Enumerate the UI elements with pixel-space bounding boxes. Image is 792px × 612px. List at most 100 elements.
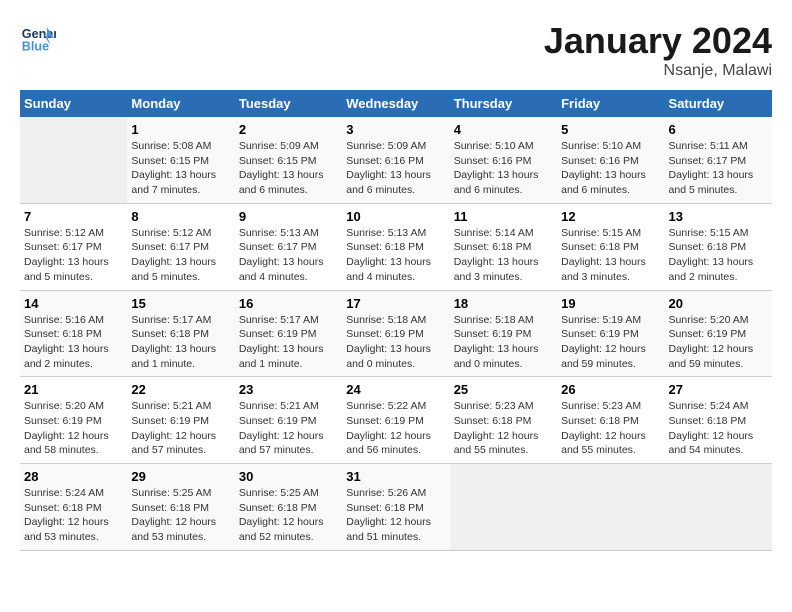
calendar-cell: 12Sunrise: 5:15 AMSunset: 6:18 PMDayligh… bbox=[557, 203, 664, 290]
day-info: Sunrise: 5:09 AMSunset: 6:16 PMDaylight:… bbox=[346, 139, 445, 198]
calendar-cell: 4 Sunrise: 5:10 AMSunset: 6:16 PMDaylight… bbox=[450, 117, 557, 203]
weekday-header-row: SundayMondayTuesdayWednesdayThursdayFrid… bbox=[20, 90, 772, 117]
day-number: 18 bbox=[454, 296, 553, 311]
calendar-cell: 26 Sunrise: 5:23 AMSunset: 6:18 PMDayligh… bbox=[557, 377, 664, 464]
day-info: Sunrise: 5:14 AMSunset: 6:18 PMDaylight:… bbox=[454, 226, 553, 285]
svg-text:Blue: Blue bbox=[22, 40, 49, 54]
day-number: 4 bbox=[454, 122, 553, 137]
weekday-header-wednesday: Wednesday bbox=[342, 90, 449, 117]
calendar-cell: 25Sunrise: 5:23 AMSunset: 6:18 PMDayligh… bbox=[450, 377, 557, 464]
calendar-cell: 1 Sunrise: 5:08 AMSunset: 6:15 PMDaylight… bbox=[127, 117, 234, 203]
day-info: Sunrise: 5:16 AMSunset: 6:18 PMDaylight:… bbox=[24, 313, 123, 372]
day-number: 8 bbox=[131, 209, 230, 224]
calendar-cell bbox=[557, 464, 664, 551]
day-number: 9 bbox=[239, 209, 338, 224]
day-info: Sunrise: 5:17 AMSunset: 6:19 PMDaylight:… bbox=[239, 313, 338, 372]
weekday-header-saturday: Saturday bbox=[665, 90, 772, 117]
day-info: Sunrise: 5:23 AMSunset: 6:18 PMDaylight:… bbox=[561, 399, 660, 458]
day-number: 29 bbox=[131, 469, 230, 484]
day-info: Sunrise: 5:25 AMSunset: 6:18 PMDaylight:… bbox=[131, 486, 230, 545]
title-area: January 2024 Nsanje, Malawi bbox=[544, 20, 772, 80]
day-number: 17 bbox=[346, 296, 445, 311]
calendar-week-1: 1 Sunrise: 5:08 AMSunset: 6:15 PMDaylight… bbox=[20, 117, 772, 203]
day-number: 28 bbox=[24, 469, 123, 484]
month-title: January 2024 bbox=[544, 20, 772, 62]
calendar-cell: 22Sunrise: 5:21 AMSunset: 6:19 PMDayligh… bbox=[127, 377, 234, 464]
calendar-cell bbox=[665, 464, 772, 551]
day-info: Sunrise: 5:23 AMSunset: 6:18 PMDaylight:… bbox=[454, 399, 553, 458]
day-info: Sunrise: 5:20 AMSunset: 6:19 PMDaylight:… bbox=[24, 399, 123, 458]
calendar-week-3: 14 Sunrise: 5:16 AMSunset: 6:18 PMDayligh… bbox=[20, 290, 772, 377]
calendar-cell: 9 Sunrise: 5:13 AMSunset: 6:17 PMDaylight… bbox=[235, 203, 342, 290]
weekday-header-monday: Monday bbox=[127, 90, 234, 117]
day-info: Sunrise: 5:26 AMSunset: 6:18 PMDaylight:… bbox=[346, 486, 445, 545]
day-number: 1 bbox=[131, 122, 230, 137]
calendar-cell: 6 Sunrise: 5:11 AMSunset: 6:17 PMDaylight… bbox=[665, 117, 772, 203]
calendar-body: 1 Sunrise: 5:08 AMSunset: 6:15 PMDaylight… bbox=[20, 117, 772, 550]
day-info: Sunrise: 5:18 AMSunset: 6:19 PMDaylight:… bbox=[454, 313, 553, 372]
day-info: Sunrise: 5:13 AMSunset: 6:18 PMDaylight:… bbox=[346, 226, 445, 285]
calendar-cell: 10 Sunrise: 5:13 AMSunset: 6:18 PMDayligh… bbox=[342, 203, 449, 290]
day-info: Sunrise: 5:13 AMSunset: 6:17 PMDaylight:… bbox=[239, 226, 338, 285]
day-number: 13 bbox=[669, 209, 768, 224]
day-info: Sunrise: 5:24 AMSunset: 6:18 PMDaylight:… bbox=[24, 486, 123, 545]
day-info: Sunrise: 5:15 AMSunset: 6:18 PMDaylight:… bbox=[669, 226, 768, 285]
calendar-cell: 19 Sunrise: 5:19 AMSunset: 6:19 PMDayligh… bbox=[557, 290, 664, 377]
calendar-cell: 23Sunrise: 5:21 AMSunset: 6:19 PMDayligh… bbox=[235, 377, 342, 464]
day-info: Sunrise: 5:25 AMSunset: 6:18 PMDaylight:… bbox=[239, 486, 338, 545]
day-info: Sunrise: 5:09 AMSunset: 6:15 PMDaylight:… bbox=[239, 139, 338, 198]
day-number: 14 bbox=[24, 296, 123, 311]
day-number: 6 bbox=[669, 122, 768, 137]
calendar-week-5: 28 Sunrise: 5:24 AMSunset: 6:18 PMDayligh… bbox=[20, 464, 772, 551]
day-info: Sunrise: 5:12 AMSunset: 6:17 PMDaylight:… bbox=[131, 226, 230, 285]
day-number: 20 bbox=[669, 296, 768, 311]
day-info: Sunrise: 5:20 AMSunset: 6:19 PMDaylight:… bbox=[669, 313, 768, 372]
day-info: Sunrise: 5:10 AMSunset: 6:16 PMDaylight:… bbox=[561, 139, 660, 198]
calendar-cell: 28 Sunrise: 5:24 AMSunset: 6:18 PMDayligh… bbox=[20, 464, 127, 551]
calendar-week-4: 21 Sunrise: 5:20 AMSunset: 6:19 PMDayligh… bbox=[20, 377, 772, 464]
calendar-cell: 18 Sunrise: 5:18 AMSunset: 6:19 PMDayligh… bbox=[450, 290, 557, 377]
calendar-cell: 5Sunrise: 5:10 AMSunset: 6:16 PMDaylight… bbox=[557, 117, 664, 203]
calendar-cell: 7Sunrise: 5:12 AMSunset: 6:17 PMDaylight… bbox=[20, 203, 127, 290]
calendar-cell: 31 Sunrise: 5:26 AMSunset: 6:18 PMDayligh… bbox=[342, 464, 449, 551]
day-number: 16 bbox=[239, 296, 338, 311]
day-number: 10 bbox=[346, 209, 445, 224]
calendar-cell: 8 Sunrise: 5:12 AMSunset: 6:17 PMDaylight… bbox=[127, 203, 234, 290]
day-info: Sunrise: 5:15 AMSunset: 6:18 PMDaylight:… bbox=[561, 226, 660, 285]
day-number: 21 bbox=[24, 382, 123, 397]
day-info: Sunrise: 5:17 AMSunset: 6:18 PMDaylight:… bbox=[131, 313, 230, 372]
page-header: General Blue January 2024 Nsanje, Malawi bbox=[20, 20, 772, 80]
calendar-cell: 29 Sunrise: 5:25 AMSunset: 6:18 PMDayligh… bbox=[127, 464, 234, 551]
calendar-week-2: 7Sunrise: 5:12 AMSunset: 6:17 PMDaylight… bbox=[20, 203, 772, 290]
calendar-cell: 27Sunrise: 5:24 AMSunset: 6:18 PMDayligh… bbox=[665, 377, 772, 464]
calendar-cell: 17 Sunrise: 5:18 AMSunset: 6:19 PMDayligh… bbox=[342, 290, 449, 377]
calendar-cell: 13 Sunrise: 5:15 AMSunset: 6:18 PMDayligh… bbox=[665, 203, 772, 290]
weekday-header-friday: Friday bbox=[557, 90, 664, 117]
day-number: 26 bbox=[561, 382, 660, 397]
day-info: Sunrise: 5:08 AMSunset: 6:15 PMDaylight:… bbox=[131, 139, 230, 198]
day-info: Sunrise: 5:22 AMSunset: 6:19 PMDaylight:… bbox=[346, 399, 445, 458]
logo: General Blue bbox=[20, 20, 56, 56]
weekday-header-tuesday: Tuesday bbox=[235, 90, 342, 117]
calendar-cell: 30Sunrise: 5:25 AMSunset: 6:18 PMDayligh… bbox=[235, 464, 342, 551]
day-number: 31 bbox=[346, 469, 445, 484]
day-number: 15 bbox=[131, 296, 230, 311]
calendar-cell: 2Sunrise: 5:09 AMSunset: 6:15 PMDaylight… bbox=[235, 117, 342, 203]
calendar-cell: 11Sunrise: 5:14 AMSunset: 6:18 PMDayligh… bbox=[450, 203, 557, 290]
day-info: Sunrise: 5:11 AMSunset: 6:17 PMDaylight:… bbox=[669, 139, 768, 198]
calendar-cell: 3Sunrise: 5:09 AMSunset: 6:16 PMDaylight… bbox=[342, 117, 449, 203]
calendar-table: SundayMondayTuesdayWednesdayThursdayFrid… bbox=[20, 90, 772, 551]
day-info: Sunrise: 5:21 AMSunset: 6:19 PMDaylight:… bbox=[131, 399, 230, 458]
location-title: Nsanje, Malawi bbox=[544, 62, 772, 80]
day-info: Sunrise: 5:10 AMSunset: 6:16 PMDaylight:… bbox=[454, 139, 553, 198]
logo-icon: General Blue bbox=[20, 20, 56, 56]
weekday-header-sunday: Sunday bbox=[20, 90, 127, 117]
day-info: Sunrise: 5:19 AMSunset: 6:19 PMDaylight:… bbox=[561, 313, 660, 372]
day-number: 19 bbox=[561, 296, 660, 311]
day-number: 24 bbox=[346, 382, 445, 397]
calendar-cell bbox=[20, 117, 127, 203]
day-info: Sunrise: 5:12 AMSunset: 6:17 PMDaylight:… bbox=[24, 226, 123, 285]
calendar-cell: 16 Sunrise: 5:17 AMSunset: 6:19 PMDayligh… bbox=[235, 290, 342, 377]
day-number: 23 bbox=[239, 382, 338, 397]
day-info: Sunrise: 5:18 AMSunset: 6:19 PMDaylight:… bbox=[346, 313, 445, 372]
